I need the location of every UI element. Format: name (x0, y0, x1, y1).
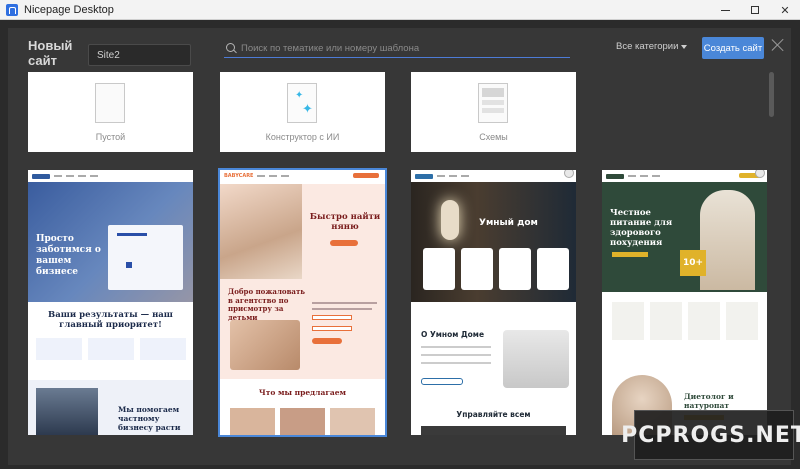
template-section-title: Добро пожаловать в агентство по присмотр… (228, 287, 306, 322)
blank-card-label: Пустой (95, 132, 126, 142)
section-image (230, 320, 300, 370)
template-bottom-title: Управляйте всем (456, 410, 531, 419)
template-search-input[interactable] (241, 43, 561, 54)
window-controls: ✕ (710, 0, 800, 20)
app-window: Nicepage Desktop ✕ Новый сайт Все катего… (0, 0, 800, 469)
template-bottom-title: Диетолог и натуропат (684, 392, 734, 410)
window-title: Nicepage Desktop (24, 3, 114, 16)
template-hero-title: Быстро найти няню (309, 212, 381, 232)
watermark: PCPROGS.NET (621, 410, 800, 460)
experience-badge: 10+ (680, 250, 706, 276)
title-bar: Nicepage Desktop ✕ (0, 0, 800, 20)
schemas-card[interactable]: Схемы (411, 72, 576, 152)
hero-image (700, 190, 755, 290)
chevron-down-icon (681, 44, 688, 49)
template-section-title: Ваши результаты — наш главный приоритет! (48, 310, 173, 330)
ai-card-label: Конструктор с ИИ (265, 132, 340, 142)
ai-builder-card[interactable]: ✦ ✦ Конструктор с ИИ (220, 72, 385, 152)
template-card-nutrition[interactable]: Честное питание для здорового похудения … (602, 170, 767, 435)
minimize-icon (720, 9, 730, 11)
close-dialog-icon[interactable] (771, 38, 785, 52)
template-logo: BABYCARE (224, 173, 254, 179)
template-section-title: О Умном Доме (421, 330, 485, 339)
maximize-button[interactable] (740, 0, 770, 20)
categories-dropdown[interactable]: Все категории (616, 41, 688, 52)
maximize-icon (751, 6, 759, 14)
template-hero-title: Просто заботимся о вашем бизнесе (36, 234, 101, 277)
team-photo (36, 388, 98, 435)
section-image (503, 330, 569, 388)
categories-label: Все категории (616, 41, 679, 52)
close-icon: ✕ (780, 3, 790, 17)
layout-schema-icon (478, 83, 508, 123)
blank-page-icon (95, 83, 125, 123)
template-bottom-title: Что мы предлагаем (258, 388, 347, 397)
nicepage-logo-icon (6, 3, 18, 16)
create-site-button[interactable]: Создать сайт (702, 37, 764, 59)
dialog-heading: Новый сайт (28, 38, 73, 68)
template-card-smarthome[interactable]: Умный дом О Умном Доме Управляйте всем (411, 170, 576, 435)
template-bottom-title: Мы помогаем частному бизнесу расти (118, 405, 181, 432)
template-card-babycare[interactable]: BABYCARE Быстро найти няню Добро пожалов… (218, 168, 387, 437)
template-card-business[interactable]: Просто заботимся о вашем бизнесе Ваши ре… (28, 170, 193, 435)
blank-site-card[interactable]: Пустой (28, 72, 193, 152)
close-window-button[interactable]: ✕ (770, 0, 800, 20)
ai-sparkle-icon: ✦ ✦ (287, 83, 317, 123)
hero-image (220, 184, 302, 279)
site-name-input[interactable] (88, 44, 191, 66)
template-hero-title: Умный дом (479, 218, 538, 228)
new-site-dialog: Новый сайт Все категории Создать сайт Пу… (8, 28, 791, 465)
template-hero-title: Честное питание для здорового похудения (610, 208, 673, 248)
minimize-button[interactable] (710, 0, 740, 20)
search-bar[interactable] (224, 40, 570, 58)
schemas-card-label: Схемы (479, 132, 508, 142)
search-icon (226, 43, 237, 54)
scrollbar-thumb[interactable] (769, 72, 774, 117)
